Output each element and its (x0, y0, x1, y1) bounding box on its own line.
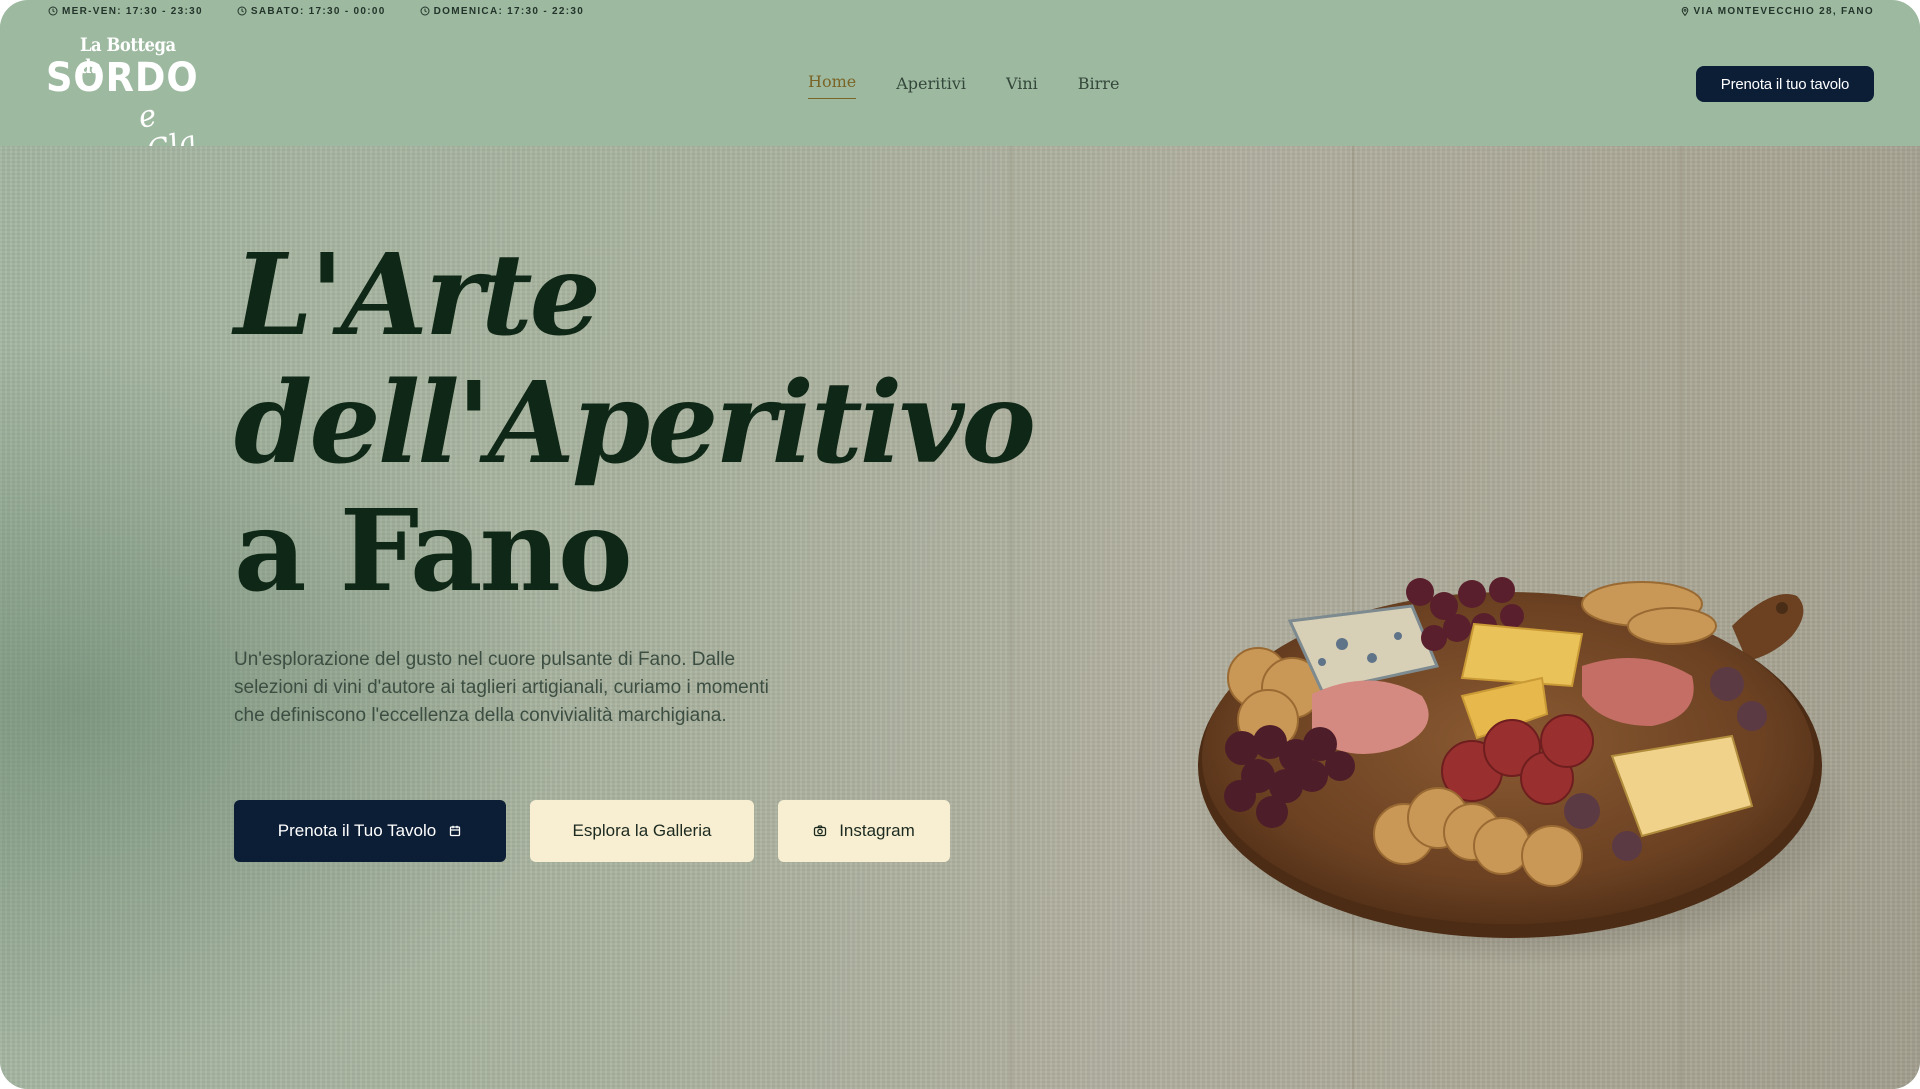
nav-link-aperitivi[interactable]: Aperitivi (896, 74, 966, 99)
book-table-label: Prenota il Tuo Tavolo (277, 821, 437, 840)
hours-saturday-text: SABATO: 17:30 - 00:00 (250, 5, 386, 17)
camera-icon (814, 825, 827, 837)
opening-hours: MER-VEN: 17:30 - 23:30 SABATO: 17:30 - 0… (48, 6, 584, 17)
book-table-button[interactable]: Prenota il Tuo Tavolo (234, 800, 506, 862)
instagram-button[interactable]: Instagram (778, 800, 950, 862)
hero-lead: Un'esplorazione del gusto nel cuore puls… (234, 649, 769, 726)
hours-weekday-text: MER-VEN: 17:30 - 23:30 (62, 5, 203, 17)
charcuterie-board-illustration (1172, 566, 1852, 966)
page-frame: MER-VEN: 17:30 - 23:30 SABATO: 17:30 - 0… (0, 0, 1920, 1089)
board-svg (1192, 577, 1852, 966)
hours-saturday: SABATO: 17:30 - 00:00 (237, 6, 386, 17)
explore-gallery-label: Esplora la Galleria (572, 821, 712, 840)
site-header: La Bottega da SORDO e Cla Home Aperitivi… (0, 22, 1920, 170)
hero-headline: L'Arte dell'Aperitivo a Fano (234, 230, 1036, 617)
clock-icon (48, 6, 58, 16)
calendar-icon (450, 825, 461, 837)
book-table-header-button[interactable]: Prenota il tuo tavolo (1696, 66, 1874, 102)
location-pin-icon (1681, 6, 1688, 16)
hours-weekday: MER-VEN: 17:30 - 23:30 (48, 6, 203, 17)
nav-link-vini[interactable]: Vini (1006, 74, 1038, 99)
instagram-label: Instagram (839, 821, 915, 840)
hero-section: L'Arte dell'Aperitivo a Fano Un'esploraz… (0, 146, 1920, 1089)
clock-icon (420, 6, 430, 16)
headline-line-3: a Fano (234, 486, 633, 617)
main-nav: Home Aperitivi Vini Birre (808, 72, 1120, 99)
hero-actions: Prenota il Tuo Tavolo Esplora la Galleri… (234, 800, 950, 862)
clock-icon (237, 6, 247, 16)
nav-link-birre[interactable]: Birre (1078, 74, 1120, 99)
address-text: VIA MONTEVECCHIO 28, FANO (1693, 5, 1874, 17)
top-info-bar: MER-VEN: 17:30 - 23:30 SABATO: 17:30 - 0… (0, 0, 1920, 22)
explore-gallery-button[interactable]: Esplora la Galleria (530, 800, 754, 862)
hours-sunday: DOMENICA: 17:30 - 22:30 (420, 6, 585, 17)
address[interactable]: VIA MONTEVECCHIO 28, FANO (1680, 6, 1874, 17)
headline-line-1: L'Arte (234, 230, 601, 361)
logo[interactable]: La Bottega da SORDO e Cla (46, 34, 216, 170)
nav-link-home[interactable]: Home (808, 72, 857, 99)
headline-line-2: dell'Aperitivo (234, 358, 1036, 489)
hours-sunday-text: DOMENICA: 17:30 - 22:30 (433, 5, 585, 17)
